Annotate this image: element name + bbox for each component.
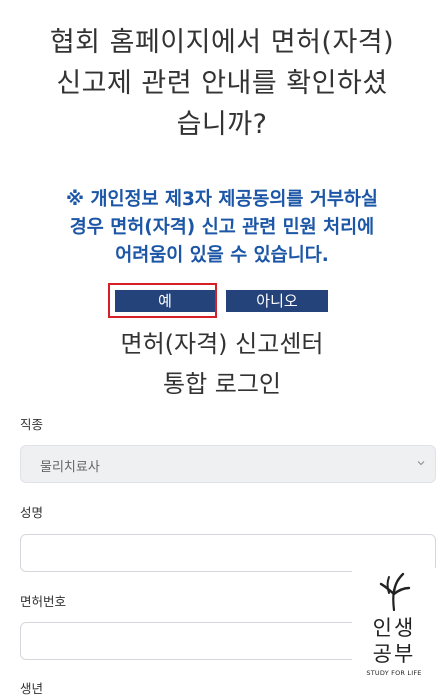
name-label: 성명 <box>20 505 44 520</box>
privacy-notice-line-3: 어려움이 있을 수 있습니다. <box>115 245 329 266</box>
watermark-tagline: STUDY FOR LIFE <box>366 669 422 677</box>
job-label: 직종 <box>20 417 44 432</box>
privacy-notice-line-1: ※ 개인정보 제3자 제공동의를 거부하실 <box>66 189 378 210</box>
name-input[interactable] <box>20 534 436 572</box>
consent-question-line-3: 습니까? <box>176 109 268 140</box>
yes-button[interactable]: 예 <box>115 290 215 312</box>
study-for-life-watermark: 인생 공부 STUDY FOR LIFE <box>352 568 436 678</box>
watermark-text-line-2: 공부 <box>372 642 416 666</box>
login-subtitle: 통합 로그인 <box>162 370 282 398</box>
login-center-title: 면허(자격) 신고센터 <box>120 330 324 358</box>
job-select-value: 물리치료사 <box>40 460 100 475</box>
no-button[interactable]: 아니오 <box>226 290 328 312</box>
license-number-label: 면허번호 <box>20 594 67 609</box>
consent-question-line-1: 협회 홈페이지에서 면허(자격) <box>49 27 395 58</box>
job-select[interactable]: 물리치료사 <box>20 445 436 483</box>
consent-question-line-2: 신고제 관련 안내를 확인하셨 <box>56 68 388 99</box>
leaf-icon <box>379 572 411 612</box>
birth-label: 생년 <box>20 681 44 696</box>
consent-question: 협회 홈페이지에서 면허(자격) 신고제 관련 안내를 확인하셨 습니까? <box>20 22 424 145</box>
privacy-notice-line-2: 경우 면허(자격) 신고 관련 민원 처리에 <box>69 217 375 238</box>
privacy-notice: ※ 개인정보 제3자 제공동의를 거부하실 경우 면허(자격) 신고 관련 민원… <box>22 186 422 270</box>
chevron-down-icon <box>417 461 425 466</box>
